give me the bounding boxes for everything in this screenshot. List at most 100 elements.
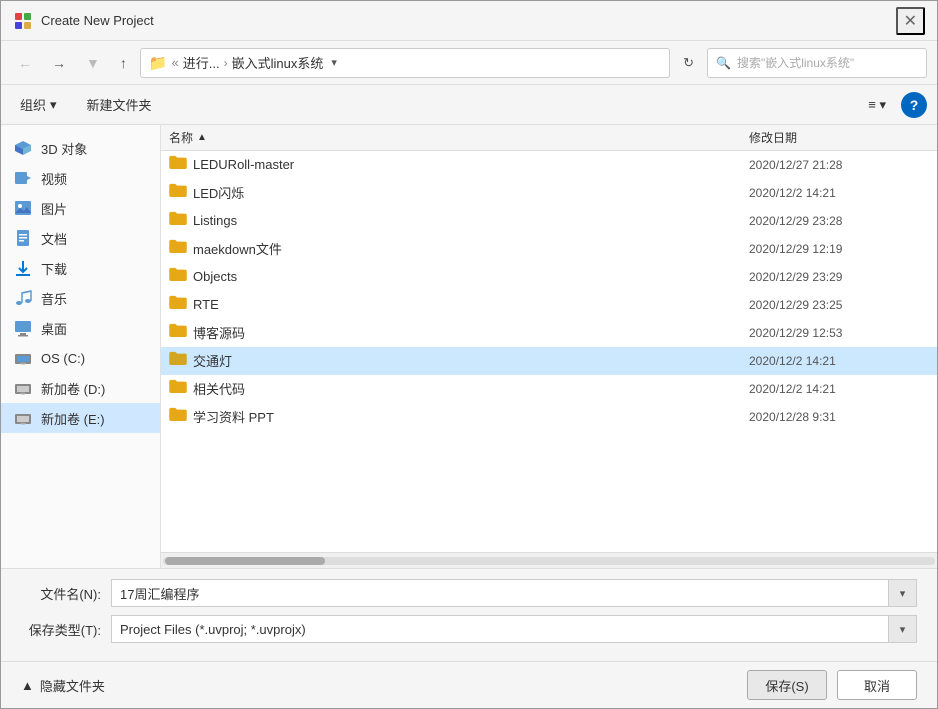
table-row[interactable]: LED闪烁 2020/12/2 14:21	[161, 179, 937, 207]
sidebar-label-download: 下载	[41, 259, 67, 278]
file-list: LEDURoll-master 2020/12/27 21:28 LED闪烁 2…	[161, 151, 937, 552]
file-date: 2020/12/29 23:29	[749, 270, 929, 284]
folder-icon	[169, 155, 187, 174]
back-button[interactable]: ←	[11, 51, 39, 75]
desktop-icon	[13, 318, 33, 338]
table-row[interactable]: RTE 2020/12/29 23:25	[161, 291, 937, 319]
sidebar-label-picture: 图片	[41, 199, 67, 218]
hide-folder-icon: ▲	[21, 678, 34, 693]
table-row[interactable]: Objects 2020/12/29 23:29	[161, 263, 937, 291]
document-icon	[13, 228, 33, 248]
file-name-text: Listings	[193, 213, 237, 228]
path-label1: 进行...	[183, 53, 220, 72]
sidebar-item-video[interactable]: 视频	[1, 163, 160, 193]
file-name-text: maekdown文件	[193, 239, 282, 258]
sidebar-item-music[interactable]: 音乐	[1, 283, 160, 313]
folder-icon	[169, 407, 187, 426]
table-row[interactable]: 博客源码 2020/12/29 12:53	[161, 319, 937, 347]
filename-input[interactable]	[111, 579, 889, 607]
sidebar-label-os: OS (C:)	[41, 351, 85, 366]
filetype-dropdown[interactable]: ▾	[889, 615, 917, 643]
file-list-container: 名称 ▲ 修改日期 LEDURoll-master 2020/12/27 21:…	[161, 125, 937, 568]
file-date: 2020/12/2 14:21	[749, 354, 929, 368]
search-placeholder: 搜索"嵌入式linux系统"	[737, 54, 854, 71]
sidebar-item-document[interactable]: 文档	[1, 223, 160, 253]
folder-icon	[169, 351, 187, 370]
view-dropdown-icon: ▾	[879, 97, 886, 112]
table-row[interactable]: 学习资料 PPT 2020/12/28 9:31	[161, 403, 937, 431]
action-right: ≡ ▾ ?	[861, 92, 927, 118]
folder-icon	[169, 183, 187, 202]
sidebar: 3D 对象 视频 图片 文档	[1, 125, 161, 568]
up-button[interactable]: ↑	[113, 51, 134, 75]
file-name-text: LED闪烁	[193, 183, 244, 202]
dialog-title: Create New Project	[41, 13, 154, 28]
picture-icon	[13, 198, 33, 218]
hide-folder-toggle[interactable]: ▲ 隐藏文件夹	[21, 676, 105, 695]
file-date: 2020/12/29 12:53	[749, 326, 929, 340]
file-name-text: 交通灯	[193, 351, 232, 370]
sidebar-item-drivee[interactable]: 新加卷 (E:)	[1, 403, 160, 433]
filetype-row: 保存类型(T): Project Files (*.uvproj; *.uvpr…	[21, 615, 917, 643]
path-bar[interactable]: 📁 « 进行... › 嵌入式linux系统 ▾	[140, 48, 670, 78]
sidebar-item-download[interactable]: 下载	[1, 253, 160, 283]
sidebar-item-os[interactable]: OS (C:)	[1, 343, 160, 373]
filename-row: 文件名(N): ▾	[21, 579, 917, 607]
path-folder-icon: 📁	[149, 54, 168, 72]
cancel-button[interactable]: 取消	[837, 670, 917, 700]
search-icon: 🔍	[716, 56, 731, 70]
filename-dropdown[interactable]: ▾	[889, 579, 917, 607]
sidebar-label-music: 音乐	[41, 289, 67, 308]
organize-button[interactable]: 组织 ▾	[11, 90, 66, 119]
folder-icon	[169, 239, 187, 258]
sidebar-item-3d[interactable]: 3D 对象	[1, 133, 160, 163]
table-row[interactable]: maekdown文件 2020/12/29 12:19	[161, 235, 937, 263]
path-dropdown-button[interactable]: ▾	[327, 54, 341, 71]
filename-label: 文件名(N):	[21, 584, 111, 603]
table-row[interactable]: Listings 2020/12/29 23:28	[161, 207, 937, 235]
file-date: 2020/12/27 21:28	[749, 158, 929, 172]
path-label2: 嵌入式linux系统	[232, 53, 324, 72]
new-folder-button[interactable]: 新建文件夹	[78, 90, 161, 119]
sidebar-item-drived[interactable]: 新加卷 (D:)	[1, 373, 160, 403]
drivee-icon	[13, 408, 33, 428]
file-date: 2020/12/28 9:31	[749, 410, 929, 424]
sidebar-item-picture[interactable]: 图片	[1, 193, 160, 223]
save-button[interactable]: 保存(S)	[747, 670, 827, 700]
table-row[interactable]: LEDURoll-master 2020/12/27 21:28	[161, 151, 937, 179]
video-icon	[13, 168, 33, 188]
search-bar[interactable]: 🔍 搜索"嵌入式linux系统"	[707, 48, 927, 78]
folder-icon	[169, 295, 187, 314]
refresh-button[interactable]: ↻	[676, 51, 701, 75]
file-date: 2020/12/29 23:28	[749, 214, 929, 228]
column-name[interactable]: 名称 ▲	[169, 129, 749, 146]
file-name-text: 学习资料 PPT	[193, 407, 274, 426]
help-button[interactable]: ?	[901, 92, 927, 118]
drived-icon	[13, 378, 33, 398]
title-bar: Create New Project ✕	[1, 1, 937, 41]
filetype-select[interactable]: Project Files (*.uvproj; *.uvprojx)	[111, 615, 889, 643]
close-button[interactable]: ✕	[896, 7, 925, 35]
sidebar-item-desktop[interactable]: 桌面	[1, 313, 160, 343]
hscroll-track	[163, 557, 935, 565]
file-name-text: 博客源码	[193, 323, 245, 342]
file-date: 2020/12/29 12:19	[749, 242, 929, 256]
column-date[interactable]: 修改日期	[749, 129, 929, 146]
view-button[interactable]: ≡ ▾	[861, 92, 893, 118]
folder-icon	[169, 379, 187, 398]
file-name-text: Objects	[193, 269, 237, 284]
footer-buttons: 保存(S) 取消	[747, 670, 917, 700]
create-new-project-dialog: Create New Project ✕ ← → ▼ ↑ 📁 « 进行... ›…	[0, 0, 938, 709]
bottom-form: 文件名(N): ▾ 保存类型(T): Project Files (*.uvpr…	[1, 568, 937, 661]
up-dropdown-button[interactable]: ▼	[79, 51, 107, 75]
horizontal-scrollbar[interactable]	[161, 552, 937, 568]
app-icon	[13, 11, 33, 31]
table-row[interactable]: 交通灯 2020/12/2 14:21	[161, 347, 937, 375]
main-content: 3D 对象 视频 图片 文档	[1, 125, 937, 568]
os-icon	[13, 348, 33, 368]
table-row[interactable]: 相关代码 2020/12/2 14:21	[161, 375, 937, 403]
sidebar-label-document: 文档	[41, 229, 67, 248]
file-list-header: 名称 ▲ 修改日期	[161, 125, 937, 151]
forward-button[interactable]: →	[45, 51, 73, 75]
title-left: Create New Project	[13, 11, 154, 31]
